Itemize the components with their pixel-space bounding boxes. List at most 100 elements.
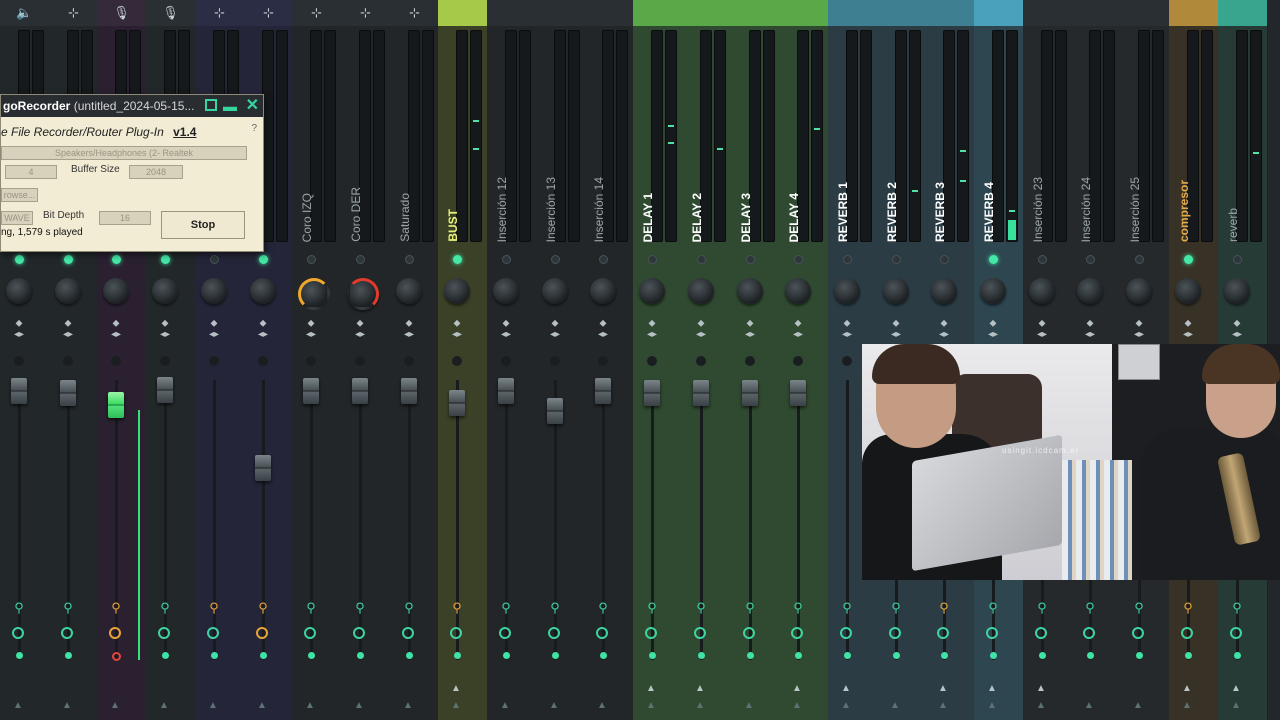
record-arm-led[interactable] xyxy=(454,652,461,659)
channel-enable-led[interactable] xyxy=(210,255,219,264)
pan-knob[interactable] xyxy=(347,278,379,310)
fx-slot-icon[interactable]: ⚲ xyxy=(1230,600,1244,618)
route-icon[interactable]: ▲ xyxy=(1133,700,1143,711)
pan-knob[interactable] xyxy=(542,278,568,304)
stereo-separation-control[interactable]: ⬥ ◂▸ xyxy=(840,318,854,352)
channel-name[interactable]: Inserción 13 xyxy=(544,177,558,242)
volume-fader[interactable] xyxy=(693,380,709,406)
pan-knob[interactable] xyxy=(444,278,470,304)
pan-knob[interactable] xyxy=(1029,278,1055,304)
phase-button[interactable] xyxy=(598,356,608,366)
channel-color-header[interactable]: ⊹ xyxy=(244,0,293,26)
route-icon[interactable]: ▲ xyxy=(403,700,413,711)
fx-slot-icon[interactable]: ⚲ xyxy=(743,600,757,618)
channel-enable-led[interactable] xyxy=(15,255,24,264)
route-up-icon[interactable]: ▲ xyxy=(792,683,802,694)
route-up-icon[interactable]: ▲ xyxy=(938,683,948,694)
record-arm-led[interactable] xyxy=(112,652,121,661)
channel-color-header[interactable]: ⊹ xyxy=(390,0,439,26)
pan-knob[interactable] xyxy=(590,278,616,304)
channel-name[interactable]: BUST xyxy=(446,209,460,242)
channel-color-header[interactable]: ⊹ xyxy=(195,0,244,26)
pan-knob[interactable] xyxy=(883,278,909,304)
volume-fader[interactable] xyxy=(547,398,563,424)
channel-color-header[interactable] xyxy=(1071,0,1120,26)
fx-slot-icon[interactable]: ⚲ xyxy=(986,600,1000,618)
channel-enable-led[interactable] xyxy=(989,255,998,264)
stereo-separation-control[interactable]: ⬥ ◂▸ xyxy=(645,318,659,352)
channel-color-header[interactable] xyxy=(925,0,974,26)
latency-icon[interactable] xyxy=(12,627,24,639)
record-arm-led[interactable] xyxy=(698,652,705,659)
pan-knob[interactable] xyxy=(103,278,129,304)
fx-slot-icon[interactable]: ⚲ xyxy=(207,600,221,618)
channel-name[interactable]: Saturado xyxy=(398,193,412,242)
channel-color-header[interactable]: 🎙 xyxy=(97,0,146,26)
channel-enable-led[interactable] xyxy=(502,255,511,264)
latency-icon[interactable] xyxy=(986,627,998,639)
route-icon[interactable]: ▲ xyxy=(890,700,900,711)
latency-icon[interactable] xyxy=(548,627,560,639)
channel-name[interactable]: Inserción 24 xyxy=(1079,177,1093,242)
record-arm-led[interactable] xyxy=(65,652,72,659)
plug-icon[interactable]: ⊹ xyxy=(292,0,341,26)
channel-color-header[interactable] xyxy=(1169,0,1218,26)
channel-enable-led[interactable] xyxy=(794,255,803,264)
pan-knob[interactable] xyxy=(688,278,714,304)
channel-color-header[interactable] xyxy=(487,0,536,26)
channel-name[interactable]: Inserción 12 xyxy=(495,177,509,242)
volume-fader[interactable] xyxy=(303,378,319,404)
pan-knob[interactable] xyxy=(201,278,227,304)
latency-icon[interactable] xyxy=(402,627,414,639)
latency-icon[interactable] xyxy=(158,627,170,639)
latency-icon[interactable] xyxy=(256,627,268,639)
route-up-icon[interactable]: ▲ xyxy=(987,683,997,694)
route-icon[interactable]: ▲ xyxy=(646,700,656,711)
channel-name[interactable]: Coro DER xyxy=(349,187,363,242)
help-button[interactable]: ? xyxy=(251,123,257,134)
volume-fader[interactable] xyxy=(108,392,124,418)
record-arm-led[interactable] xyxy=(162,652,169,659)
record-arm-led[interactable] xyxy=(990,652,997,659)
fx-slot-icon[interactable]: ⚲ xyxy=(499,600,513,618)
plug-icon[interactable]: ⊹ xyxy=(49,0,98,26)
channel-name[interactable]: REVERB 2 xyxy=(885,182,899,242)
phase-button[interactable] xyxy=(745,356,755,366)
stereo-separation-control[interactable]: ⬥ ◂▸ xyxy=(158,318,172,352)
pan-knob[interactable] xyxy=(1126,278,1152,304)
route-icon[interactable]: ▲ xyxy=(744,700,754,711)
channel-name[interactable]: REVERB 1 xyxy=(836,182,850,242)
phase-button[interactable] xyxy=(696,356,706,366)
channel-enable-led[interactable] xyxy=(892,255,901,264)
plug-icon[interactable]: ⊹ xyxy=(341,0,390,26)
channel-name[interactable]: compresor xyxy=(1177,180,1191,242)
latency-icon[interactable] xyxy=(1132,627,1144,639)
route-up-icon[interactable]: ▲ xyxy=(1036,683,1046,694)
stereo-separation-control[interactable]: ⬥ ◂▸ xyxy=(109,318,123,352)
pan-knob[interactable] xyxy=(834,278,860,304)
record-arm-led[interactable] xyxy=(649,652,656,659)
latency-icon[interactable] xyxy=(1035,627,1047,639)
phase-button[interactable] xyxy=(355,356,365,366)
latency-icon[interactable] xyxy=(1083,627,1095,639)
route-icon[interactable]: ▲ xyxy=(110,700,120,711)
latency-icon[interactable] xyxy=(304,627,316,639)
route-icon[interactable]: ▲ xyxy=(938,700,948,711)
latency-icon[interactable] xyxy=(743,627,755,639)
stereo-separation-control[interactable]: ⬥ ◂▸ xyxy=(304,318,318,352)
channel-enable-led[interactable] xyxy=(1086,255,1095,264)
stereo-separation-control[interactable]: ⬥ ◂▸ xyxy=(450,318,464,352)
speaker-icon[interactable]: 🔈 xyxy=(0,0,49,26)
channel-enable-led[interactable] xyxy=(843,255,852,264)
channel-enable-led[interactable] xyxy=(161,255,170,264)
channel-name[interactable]: Inserción 25 xyxy=(1128,177,1142,242)
stereo-separation-control[interactable]: ⬥ ◂▸ xyxy=(12,318,26,352)
pan-knob[interactable] xyxy=(1077,278,1103,304)
volume-fader[interactable] xyxy=(352,378,368,404)
route-icon[interactable]: ▲ xyxy=(1036,700,1046,711)
channel-enable-led[interactable] xyxy=(1135,255,1144,264)
volume-fader[interactable] xyxy=(595,378,611,404)
channel-enable-led[interactable] xyxy=(405,255,414,264)
channel-name[interactable]: DELAY 1 xyxy=(641,193,655,242)
stereo-separation-control[interactable]: ⬥ ◂▸ xyxy=(743,318,757,352)
